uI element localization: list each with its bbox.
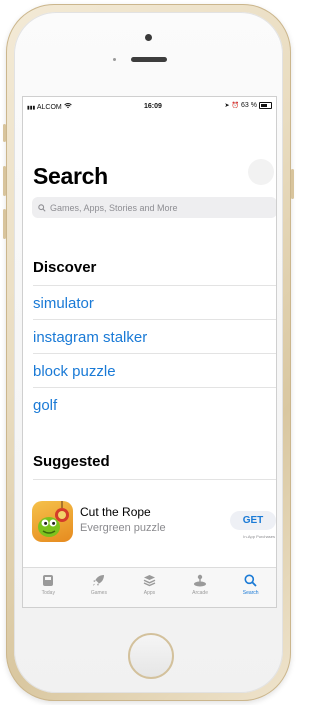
search-placeholder: Games, Apps, Stories and More xyxy=(50,202,178,213)
app-store-screen: ▮▮▮ ALCOM 16:09 ➤ ⏰ 63 % Search Games, A… xyxy=(22,96,277,608)
tab-arcade[interactable]: Arcade xyxy=(175,568,226,607)
carrier-group: ▮▮▮ ALCOM xyxy=(27,103,72,111)
tab-today[interactable]: Today xyxy=(23,568,74,607)
today-icon xyxy=(43,575,54,586)
signal-icon: ▮▮▮ xyxy=(27,105,36,111)
account-avatar[interactable] xyxy=(248,159,274,185)
suggested-heading: Suggested xyxy=(33,453,110,470)
power-button xyxy=(291,169,294,199)
in-app-purchases-note: In-App Purchases xyxy=(243,534,275,539)
page-title: Search xyxy=(33,163,108,189)
tab-apps[interactable]: Apps xyxy=(124,568,175,607)
tab-label: Games xyxy=(90,590,107,596)
search-input[interactable]: Games, Apps, Stories and More xyxy=(32,197,276,218)
cut-the-rope-app-icon xyxy=(32,501,73,542)
discover-item-golf[interactable]: golf xyxy=(33,397,57,414)
front-camera xyxy=(145,34,152,41)
divider xyxy=(33,387,276,388)
volume-up-button xyxy=(3,166,6,196)
get-button[interactable]: GET xyxy=(230,511,276,530)
alarm-icon: ⏰ xyxy=(231,103,240,109)
silent-switch xyxy=(3,124,6,142)
divider xyxy=(33,285,276,286)
tab-label: Arcade xyxy=(192,590,208,596)
suggested-app-row[interactable]: Cut the Rope Evergreen puzzle GET In-App… xyxy=(32,501,276,547)
location-icon: ➤ xyxy=(224,103,230,109)
search-icon xyxy=(38,203,46,212)
battery-icon xyxy=(259,102,272,109)
discover-item-block-puzzle[interactable]: block puzzle xyxy=(33,363,116,380)
divider xyxy=(33,479,276,480)
divider xyxy=(33,319,276,320)
app-subtitle: Evergreen puzzle xyxy=(80,522,166,534)
divider xyxy=(33,353,276,354)
tab-label: Today xyxy=(41,590,55,596)
tab-label: Search xyxy=(242,590,259,596)
tab-bar: Today Games Apps Arcade Search xyxy=(23,567,276,607)
earpiece-speaker xyxy=(131,57,167,62)
status-bar: ▮▮▮ ALCOM 16:09 ➤ ⏰ 63 % xyxy=(23,97,276,115)
app-name: Cut the Rope xyxy=(80,505,151,519)
joystick-icon xyxy=(194,574,207,587)
tab-label: Apps xyxy=(143,590,156,596)
status-right: ➤ ⏰ 63 % xyxy=(225,102,272,109)
discover-item-simulator[interactable]: simulator xyxy=(33,295,94,312)
wifi-icon xyxy=(63,103,72,111)
layers-icon xyxy=(143,575,156,587)
tab-search[interactable]: Search xyxy=(225,568,276,607)
rocket-icon xyxy=(93,575,105,586)
carrier-label: ALCOM xyxy=(36,104,62,111)
tab-games[interactable]: Games xyxy=(74,568,125,607)
clock: 16:09 xyxy=(144,103,162,110)
discover-heading: Discover xyxy=(33,259,97,276)
home-button[interactable] xyxy=(128,633,174,679)
proximity-sensor xyxy=(113,58,116,61)
discover-item-instagram-stalker[interactable]: instagram stalker xyxy=(33,329,147,346)
search-icon xyxy=(244,574,257,587)
volume-down-button xyxy=(3,209,6,239)
battery-percent: 63 % xyxy=(241,102,257,109)
